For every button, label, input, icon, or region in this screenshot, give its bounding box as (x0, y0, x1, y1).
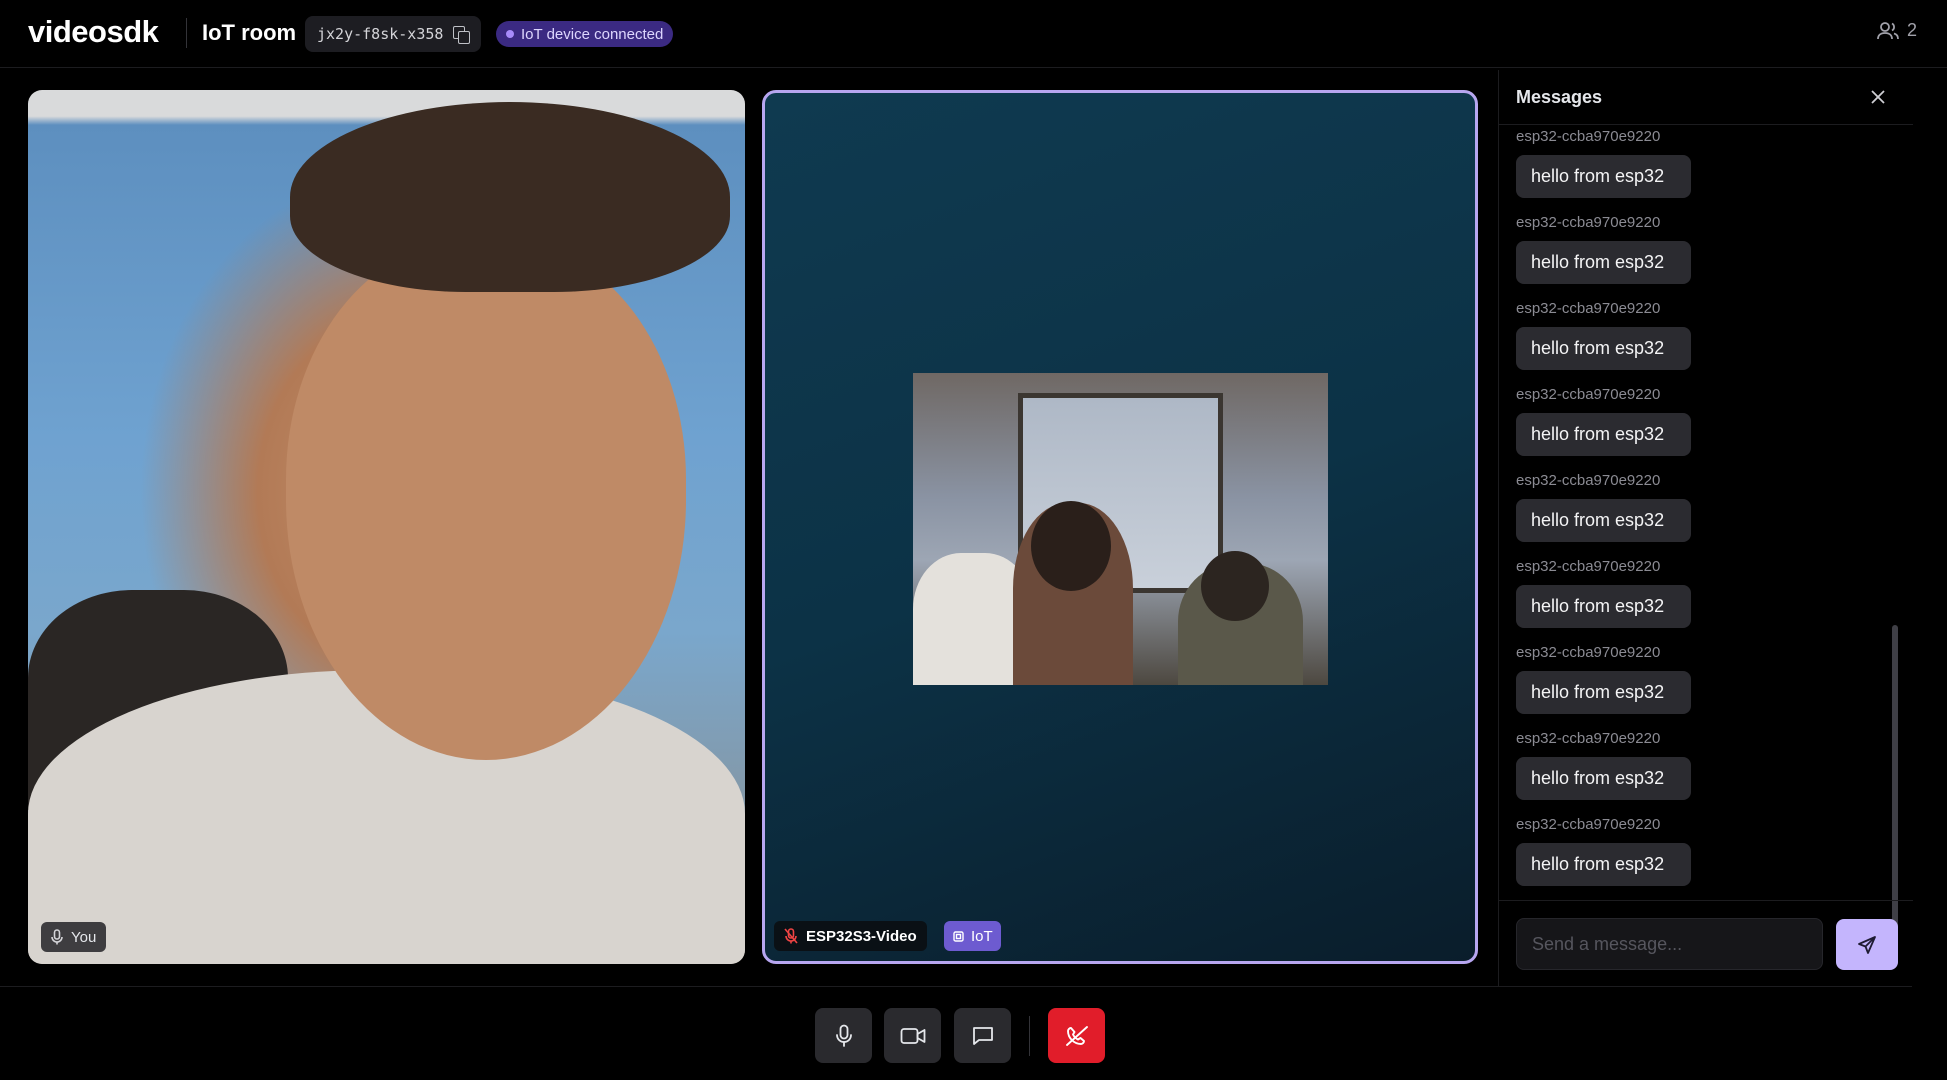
send-message-button[interactable] (1836, 919, 1898, 970)
mic-icon (835, 1024, 852, 1047)
status-dot-icon (506, 30, 514, 38)
message-sender: esp32-ccba970e9220 (1516, 386, 1661, 403)
message-item: esp32-ccba970e9220 hello from esp32 (1516, 816, 1691, 886)
iot-status-text: IoT device connected (521, 25, 664, 43)
top-bar: videosdk IoT room jx2y-f8sk-x358 IoT dev… (0, 0, 1947, 68)
iot-chip: IoT (944, 921, 1001, 951)
camera-toggle-button[interactable] (884, 1008, 941, 1063)
header-divider (186, 18, 187, 48)
send-icon (1858, 935, 1876, 954)
mic-icon (51, 929, 63, 945)
copy-icon[interactable] (453, 26, 471, 44)
participant-face (286, 240, 686, 760)
messages-scrollbar[interactable] (1892, 625, 1898, 965)
message-sender: esp32-ccba970e9220 (1516, 644, 1661, 661)
message-bubble: hello from esp32 (1516, 499, 1691, 542)
iot-status-badge: IoT device connected (496, 21, 674, 47)
message-item: esp32-ccba970e9220 hello from esp32 (1516, 300, 1691, 370)
message-bubble: hello from esp32 (1516, 843, 1691, 886)
message-item: esp32-ccba970e9220 hello from esp32 (1516, 730, 1691, 800)
local-participant-label: You (41, 922, 107, 952)
message-item: esp32-ccba970e9220 hello from esp32 (1516, 128, 1691, 198)
remote-video-tile[interactable]: ESP32S3-Video IoT (762, 90, 1478, 964)
chip-icon (953, 930, 964, 942)
room-title: IoT room (202, 20, 297, 45)
message-list[interactable]: esp32-ccba970e9220 hello from esp32 esp3… (1499, 128, 1899, 970)
message-sender: esp32-ccba970e9220 (1516, 214, 1661, 231)
local-participant-name: You (71, 928, 97, 946)
chat-toggle-button[interactable] (954, 1008, 1011, 1063)
message-sender: esp32-ccba970e9220 (1516, 816, 1661, 833)
messages-panel: Messages esp32-ccba970e9220 hello from e… (1498, 70, 1913, 986)
remote-participant-label: ESP32S3-Video (774, 921, 927, 951)
control-bar-divider (0, 986, 1912, 987)
message-item: esp32-ccba970e9220 hello from esp32 (1516, 214, 1691, 284)
message-bubble: hello from esp32 (1516, 155, 1691, 198)
users-icon (1877, 21, 1899, 39)
message-input[interactable] (1516, 918, 1823, 970)
camera-icon (900, 1027, 925, 1044)
close-icon (1871, 90, 1885, 104)
messages-title: Messages (1516, 87, 1603, 107)
messages-header: Messages (1499, 70, 1913, 125)
message-item: esp32-ccba970e9220 hello from esp32 (1516, 472, 1691, 542)
close-messages-button[interactable] (1865, 84, 1891, 110)
remote-participant-name: ESP32S3-Video (806, 927, 917, 945)
message-sender: esp32-ccba970e9220 (1516, 558, 1661, 575)
feed-person-right-head (1201, 551, 1269, 621)
message-bubble: hello from esp32 (1516, 241, 1691, 284)
participants-button[interactable]: 2 (1877, 20, 1917, 41)
message-item: esp32-ccba970e9220 hello from esp32 (1516, 386, 1691, 456)
mic-toggle-button[interactable] (815, 1008, 872, 1063)
control-separator (1029, 1016, 1030, 1056)
meeting-id-button[interactable]: jx2y-f8sk-x358 (305, 16, 481, 52)
message-bubble: hello from esp32 (1516, 327, 1691, 370)
end-call-button[interactable] (1048, 1008, 1105, 1063)
iot-camera-feed (913, 373, 1328, 685)
participant-hair (290, 102, 730, 292)
mic-off-icon (784, 928, 798, 944)
message-sender: esp32-ccba970e9220 (1516, 300, 1661, 317)
composer-divider (1499, 900, 1913, 901)
message-bubble: hello from esp32 (1516, 757, 1691, 800)
iot-chip-label: IoT (971, 927, 993, 945)
message-item: esp32-ccba970e9220 hello from esp32 (1516, 558, 1691, 628)
message-bubble: hello from esp32 (1516, 413, 1691, 456)
end-call-icon (1065, 1025, 1088, 1046)
chat-icon (972, 1026, 993, 1045)
message-item: esp32-ccba970e9220 hello from esp32 (1516, 644, 1691, 714)
message-bubble: hello from esp32 (1516, 585, 1691, 628)
message-sender: esp32-ccba970e9220 (1516, 472, 1661, 489)
app-logo: videosdk (28, 14, 159, 49)
message-bubble: hello from esp32 (1516, 671, 1691, 714)
local-video-tile[interactable]: You (28, 90, 745, 964)
message-sender: esp32-ccba970e9220 (1516, 730, 1661, 747)
feed-person-center-head (1031, 501, 1111, 591)
participant-count: 2 (1906, 20, 1917, 40)
meeting-id-text: jx2y-f8sk-x358 (317, 25, 444, 43)
message-sender: esp32-ccba970e9220 (1516, 128, 1661, 145)
